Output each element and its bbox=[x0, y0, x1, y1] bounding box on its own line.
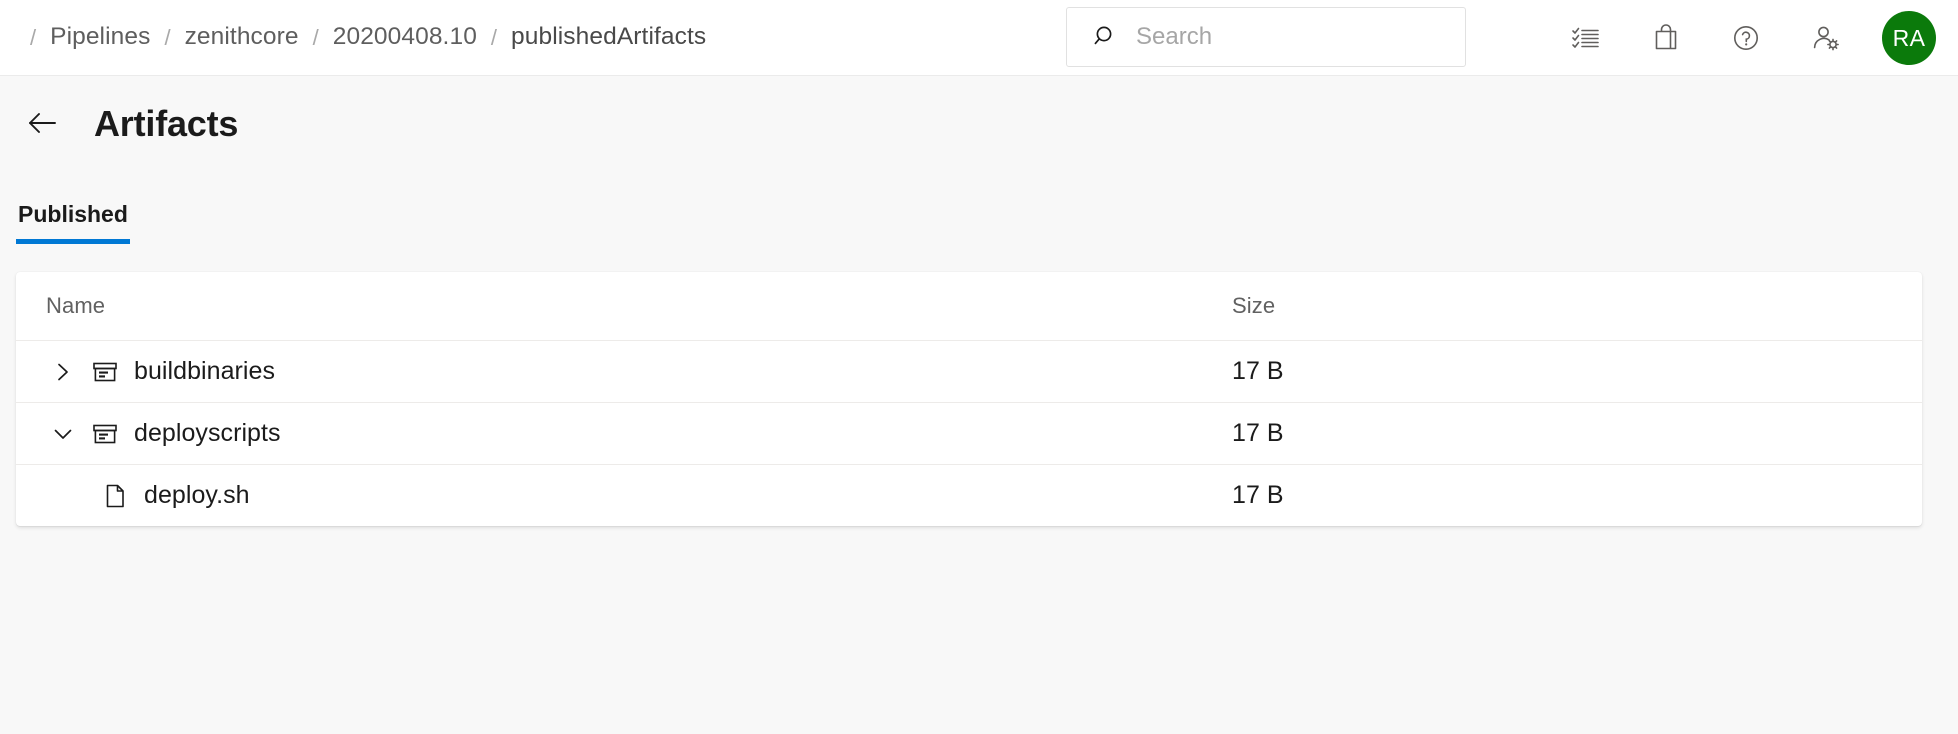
file-icon bbox=[100, 481, 130, 511]
tab-list: Published bbox=[0, 172, 1958, 244]
marketplace-bag-icon bbox=[1651, 23, 1681, 53]
row-name-cell: deploy.sh bbox=[46, 481, 1232, 511]
breadcrumb-separator: / bbox=[477, 25, 511, 51]
row-size: 17 B bbox=[1232, 357, 1284, 385]
breadcrumb-separator: / bbox=[150, 25, 184, 51]
row-name-cell: buildbinaries bbox=[46, 355, 1232, 389]
chevron-right-icon[interactable] bbox=[46, 355, 80, 389]
artifact-archive-icon bbox=[90, 357, 120, 387]
row-size: 17 B bbox=[1232, 419, 1284, 447]
row-name: deploy.sh bbox=[144, 481, 250, 510]
back-button[interactable] bbox=[18, 99, 68, 149]
page-content: Artifacts Published Name Size bbox=[0, 76, 1958, 526]
row-name: buildbinaries bbox=[134, 357, 275, 386]
chevron-down-icon[interactable] bbox=[46, 417, 80, 451]
row-size-cell: 17 B bbox=[1232, 419, 1892, 448]
breadcrumb-item-build-number[interactable]: 20200408.10 bbox=[333, 25, 477, 50]
table-row[interactable]: deploy.sh 17 B bbox=[16, 464, 1922, 526]
tab-active-indicator bbox=[16, 239, 130, 244]
breadcrumb: / Pipelines / zenithcore / 20200408.10 /… bbox=[0, 0, 706, 75]
marketplace-button[interactable] bbox=[1637, 9, 1695, 67]
row-size: 17 B bbox=[1232, 481, 1284, 509]
header-actions: RA bbox=[1546, 0, 1958, 76]
artifacts-table: Name Size bbox=[16, 272, 1922, 526]
search-icon bbox=[1093, 24, 1119, 50]
search-input[interactable] bbox=[1136, 8, 1446, 66]
tab-published-label: Published bbox=[18, 201, 128, 227]
row-name-cell: deployscripts bbox=[46, 417, 1232, 451]
row-size-cell: 17 B bbox=[1232, 357, 1892, 386]
tab-published[interactable]: Published bbox=[16, 203, 130, 244]
breadcrumb-item-published-artifacts[interactable]: publishedArtifacts bbox=[511, 25, 706, 50]
breadcrumb-item-pipelines[interactable]: Pipelines bbox=[50, 25, 150, 50]
column-header-name: Name bbox=[46, 293, 105, 319]
breadcrumb-item-zenithcore[interactable]: zenithcore bbox=[185, 25, 299, 50]
search-box[interactable] bbox=[1066, 7, 1466, 67]
column-header-size: Size bbox=[1232, 293, 1275, 318]
boards-checklist-button[interactable] bbox=[1557, 9, 1615, 67]
breadcrumb-separator: / bbox=[299, 25, 333, 51]
row-size-cell: 17 B bbox=[1232, 481, 1892, 510]
help-button[interactable] bbox=[1717, 9, 1775, 67]
boards-checklist-icon bbox=[1571, 23, 1601, 53]
arrow-left-icon bbox=[26, 106, 60, 143]
row-name: deployscripts bbox=[134, 419, 281, 448]
avatar[interactable]: RA bbox=[1882, 11, 1936, 65]
table-header-row: Name Size bbox=[16, 272, 1922, 340]
page-title: Artifacts bbox=[94, 106, 238, 142]
top-header-bar: / Pipelines / zenithcore / 20200408.10 /… bbox=[0, 0, 1958, 76]
artifact-archive-icon bbox=[90, 419, 120, 449]
help-question-icon bbox=[1731, 23, 1761, 53]
table-row[interactable]: deployscripts 17 B bbox=[16, 402, 1922, 464]
column-header-size-cell: Size bbox=[1232, 293, 1892, 319]
table-row[interactable]: buildbinaries 17 B bbox=[16, 340, 1922, 402]
user-settings-button[interactable] bbox=[1797, 9, 1855, 67]
column-header-name-cell: Name bbox=[46, 293, 1232, 319]
artifacts-card: Name Size bbox=[16, 272, 1922, 526]
user-settings-icon bbox=[1811, 23, 1841, 53]
page-title-row: Artifacts bbox=[0, 76, 1958, 172]
breadcrumb-separator: / bbox=[30, 25, 50, 51]
